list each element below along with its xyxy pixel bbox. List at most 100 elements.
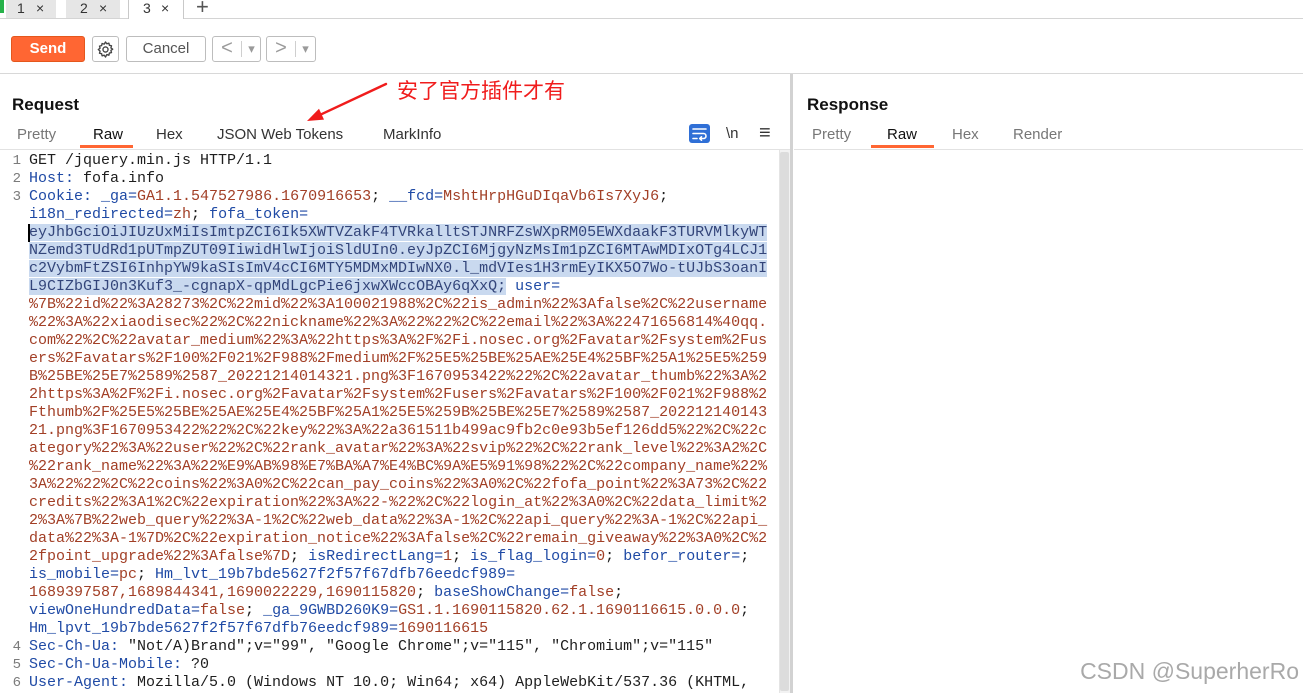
code-text: ; — [659, 188, 669, 205]
code-text: ?0 — [182, 656, 210, 673]
cookie-value: MshtHrpHGuDIqaVb6Is7XyJ6 — [443, 188, 660, 205]
header-name: User-Agent: — [29, 674, 129, 691]
selected-text: L9CIZbGIJ0n3Kuf3_-cgnapX-qpMdLgcPie6jxwX… — [29, 278, 507, 295]
selected-text: eyJhbGciOiJIUzUxMiIsImtpZCI6Ik5XWTVZakF4… — [29, 224, 768, 241]
forward-history-dropdown[interactable]: ▾ — [296, 37, 315, 61]
cookie-value: data%22%3A-1%7D%2C%22expiration_notice%2… — [29, 530, 768, 547]
send-button[interactable]: Send — [11, 36, 85, 62]
request-tab-hex[interactable]: Hex — [156, 126, 183, 144]
new-tab-button[interactable]: + — [196, 0, 209, 18]
code-line: %22rank_name%22%3A%22%E9%AB%98%E7%BA%A7%… — [0, 458, 778, 476]
request-tab-json-web-tokens[interactable]: JSON Web Tokens — [217, 126, 343, 144]
close-tab-icon[interactable]: × — [161, 0, 169, 16]
request-tabs-divider — [0, 149, 790, 150]
line-content: B%25BE%25E7%2589%2587_20221214014321.png… — [29, 368, 767, 386]
code-line: 2https%3A%2F%2Fi.nosec.org%2Favatar%2Fsy… — [0, 386, 778, 404]
forward-button[interactable]: > — [267, 37, 295, 60]
close-tab-icon[interactable]: × — [99, 0, 107, 16]
line-content: 21.png%3F1670953422%22%2C%22key%22%3A%22… — [29, 422, 767, 440]
cookie-value: 2https%3A%2F%2Fi.nosec.org%2Favatar%2Fsy… — [29, 386, 768, 403]
line-number: 5 — [12, 657, 21, 673]
header-name: befor_router= — [623, 548, 741, 565]
code-line: B%25BE%25E7%2589%2587_20221214014321.png… — [0, 368, 778, 386]
repeater-tab-2[interactable]: 2 × — [66, 0, 120, 18]
header-name: Hm_lvt_19b7bde5627f2f57f67dfb76eedcf989= — [155, 566, 516, 583]
header-name: Hm_lpvt_19b7bde5627f2f57f67dfb76eedcf989… — [29, 620, 399, 637]
request-title: Request — [12, 95, 80, 114]
code-line: 6 User-Agent: Mozilla/5.0 (Windows NT 10.… — [0, 674, 778, 692]
code-line: %7B%22id%22%3A28273%2C%22mid%22%3A100021… — [0, 296, 778, 314]
header-name: _ga= — [101, 188, 138, 205]
cookie-value: 2%3A%7B%22web_query%22%3A-1%2C%22web_dat… — [29, 512, 768, 529]
line-content: 2https%3A%2F%2Fi.nosec.org%2Favatar%2Fsy… — [29, 386, 767, 404]
show-newlines-toggle[interactable]: \n — [726, 125, 739, 143]
back-button[interactable]: < — [213, 37, 241, 60]
editor-menu-icon[interactable]: ≡ — [759, 122, 771, 144]
cookie-value: ategory%22%3A%22user%22%2C%22rank_avatar… — [29, 440, 768, 457]
code-text: ; — [371, 188, 390, 205]
wrap-lines-toggle[interactable] — [689, 124, 710, 143]
tab-label: 1 — [17, 0, 25, 16]
repeater-tab-1[interactable]: 1 × — [6, 0, 56, 18]
code-text: GET /jquery.min.js HTTP/1.1 — [29, 152, 273, 169]
response-tab-raw[interactable]: Raw — [887, 126, 917, 144]
back-history-dropdown[interactable]: ▾ — [242, 37, 261, 61]
response-tab-render[interactable]: Render — [1013, 126, 1062, 144]
line-content: User-Agent: Mozilla/5.0 (Windows NT 10.0… — [29, 674, 749, 692]
line-content: %22%3A%22xiaodisec%22%2C%22nickname%22%3… — [29, 314, 767, 332]
settings-button[interactable] — [92, 36, 119, 62]
cookie-value: 1689397587,1689844341,1690022229,1690115… — [29, 584, 417, 601]
close-tab-icon[interactable]: × — [36, 0, 44, 16]
code-line: %22%3A%22xiaodisec%22%2C%22nickname%22%3… — [0, 314, 778, 332]
header-name: i18n_redirected= — [29, 206, 174, 223]
code-line: L9CIZbGIJ0n3Kuf3_-cgnapX-qpMdLgcPie6jxwX… — [0, 278, 778, 296]
line-content: GET /jquery.min.js HTTP/1.1 — [29, 152, 272, 170]
code-line: 21.png%3F1670953422%22%2C%22key%22%3A%22… — [0, 422, 778, 440]
code-line: com%22%2C%22avatar_medium%22%3A%22https%… — [0, 332, 778, 350]
repeater-tab-3[interactable]: 3 × — [128, 0, 184, 19]
code-line: 4 Sec-Ch-Ua: "Not/A)Brand";v="99", "Googl… — [0, 638, 778, 656]
code-text: Mozilla/5.0 (Windows NT 10.0; Win64; x64… — [128, 674, 750, 691]
response-editor[interactable] — [794, 150, 1303, 693]
active-tab-underline — [871, 145, 934, 148]
line-content: Cookie: _ga=GA1.1.547527986.1670916653; … — [29, 188, 668, 206]
annotation-arrow-icon — [307, 82, 388, 121]
line-content: ategory%22%3A%22user%22%2C%22rank_avatar… — [29, 440, 767, 458]
cookie-value: 3A%22%22%2C%22coins%22%3A0%2C%22can_pay_… — [29, 476, 768, 493]
selected-text: NZemd3TUdRd1pUTmpZUT09IiwidHlwIjoiSldUIn… — [29, 242, 768, 259]
request-scrollbar-thumb[interactable] — [780, 152, 789, 691]
cancel-button[interactable]: Cancel — [126, 36, 206, 62]
code-line: Hm_lpvt_19b7bde5627f2f57f67dfb76eedcf989… — [0, 620, 778, 638]
line-content: c2VybmFtZSI6InhpYW9kaSIsImV4cCI6MTY5MDMx… — [29, 260, 768, 278]
request-tab-markinfo[interactable]: MarkInfo — [383, 126, 441, 144]
cookie-value: ers%2Favatars%2F100%2F021%2F988%2Fmedium… — [29, 350, 768, 367]
text-caret — [28, 224, 30, 242]
cookie-value: GA1.1.547527986.1670916653 — [137, 188, 372, 205]
cookie-value: %22rank_name%22%3A%22%E9%AB%98%E7%BA%A7%… — [29, 458, 768, 475]
cookie-value: com%22%2C%22avatar_medium%22%3A%22https%… — [29, 332, 768, 349]
code-line: 1 GET /jquery.min.js HTTP/1.1 — [0, 152, 778, 170]
line-content: viewOneHundredData=false; _ga_9GWBD260K9… — [29, 602, 749, 620]
request-editor[interactable]: 1 GET /jquery.min.js HTTP/1.1 2 Host: fofa.… — [0, 152, 778, 693]
header-name: _ga_9GWBD260K9= — [263, 602, 399, 619]
line-content: i18n_redirected=zh; fofa_token= — [29, 206, 308, 224]
header-name: user= — [515, 278, 561, 295]
response-tab-hex[interactable]: Hex — [952, 126, 979, 144]
response-tab-pretty[interactable]: Pretty — [812, 126, 851, 144]
line-content: 2fpoint_upgrade%22%3Afalse%7D; isRedirec… — [29, 548, 749, 566]
line-number: 3 — [12, 189, 21, 205]
header-name: is_mobile= — [29, 566, 120, 583]
header-name: is_flag_login= — [470, 548, 597, 565]
line-content: data%22%3A-1%7D%2C%22expiration_notice%2… — [29, 530, 767, 548]
cookie-value: 21.png%3F1670953422%22%2C%22key%22%3A%22… — [29, 422, 768, 439]
toolbar-divider — [0, 73, 1303, 74]
cookie-value: GS1.1.1690115820.62.1.1690116615.0.0.0 — [398, 602, 741, 619]
line-content: eyJhbGciOiJIUzUxMiIsImtpZCI6Ik5XWTVZakF4… — [29, 224, 768, 242]
header-name: isRedirectLang= — [308, 548, 444, 565]
wrap-lines-icon — [692, 128, 707, 141]
request-tab-pretty[interactable]: Pretty — [17, 126, 56, 144]
pane-splitter[interactable] — [790, 74, 793, 693]
code-line: 5 Sec-Ch-Ua-Mobile: ?0 — [0, 656, 778, 674]
request-tab-raw[interactable]: Raw — [93, 126, 123, 144]
